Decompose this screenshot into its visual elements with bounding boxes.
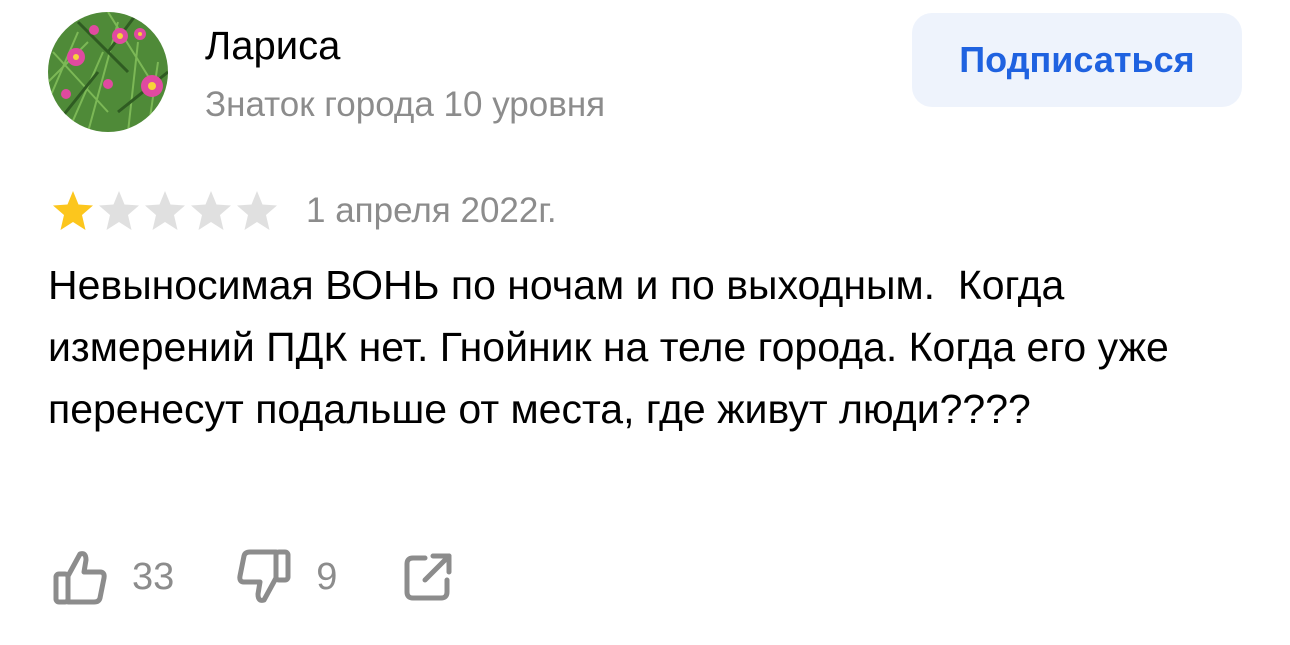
- dislike-button[interactable]: 9: [236, 548, 337, 606]
- star-filled-icon: [53, 191, 93, 230]
- star-empty-icon: [191, 191, 231, 230]
- star-empty-icon: [99, 191, 139, 230]
- thumbs-down-icon: [237, 549, 291, 603]
- review-card: Лариса Знаток города 10 уровня Подписать…: [0, 0, 1290, 645]
- star-empty-icon: [237, 191, 277, 230]
- review-actions: 33 9: [52, 546, 453, 608]
- author-level: Знаток города 10 уровня: [205, 85, 606, 124]
- thumbs-up-icon: [53, 551, 107, 605]
- like-count: 33: [132, 555, 175, 598]
- subscribe-button[interactable]: Подписаться: [912, 13, 1242, 107]
- like-button[interactable]: 33: [52, 548, 174, 606]
- flower-avatar-image: [48, 12, 168, 132]
- review-text: Невыносимая ВОНЬ по ночам и по выходным.…: [48, 262, 1181, 432]
- star-empty-icon: [145, 191, 185, 230]
- share-button[interactable]: [403, 552, 453, 602]
- review-date: 1 апреля 2022г.: [306, 191, 557, 230]
- star-rating: [50, 189, 280, 233]
- rating-row: 1 апреля 2022г.: [50, 188, 557, 234]
- dislike-count: 9: [316, 555, 338, 598]
- avatar[interactable]: [48, 12, 168, 132]
- author-name[interactable]: Лариса: [205, 22, 340, 70]
- share-icon: [404, 553, 452, 601]
